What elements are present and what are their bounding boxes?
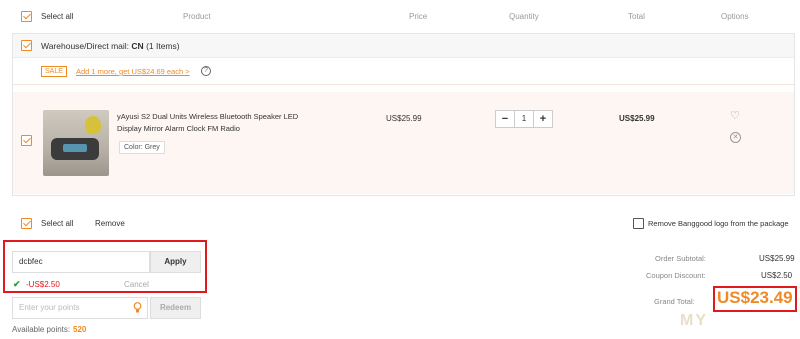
select-all-checkbox-bottom[interactable] (21, 218, 32, 229)
product-color-option[interactable]: Color: Grey (119, 141, 165, 154)
remove-logo-checkbox[interactable] (633, 218, 644, 229)
redeem-button[interactable]: Redeem (150, 297, 201, 319)
promo-link[interactable]: Add 1 more, get US$24.69 each > (76, 67, 190, 76)
column-header-product: Product (183, 12, 211, 21)
items-count: (1 Items) (146, 41, 180, 51)
lightbulb-icon (133, 302, 142, 313)
order-subtotal-value: US$25.99 (759, 254, 795, 263)
cart-item-row: yAyusi S2 Dual Units Wireless Bluetooth … (13, 92, 794, 194)
warehouse-label-text: Warehouse/Direct mail: (41, 41, 130, 51)
remove-selected-button[interactable]: Remove (95, 219, 125, 228)
coupon-code-input[interactable]: dcbfec (12, 251, 150, 273)
cart-group: Warehouse/Direct mail: CN (1 Items) SALE… (12, 33, 795, 196)
apply-coupon-button[interactable]: Apply (150, 251, 201, 273)
product-title[interactable]: yAyusi S2 Dual Units Wireless Bluetooth … (117, 111, 307, 135)
column-header-quantity: Quantity (509, 12, 539, 21)
column-header-price: Price (409, 12, 428, 21)
available-points-value: 520 (73, 325, 87, 334)
grand-total-value: US$23.49 (717, 288, 793, 307)
quantity-plus-button[interactable]: + (534, 111, 552, 127)
item-price: US$25.99 (386, 114, 422, 123)
thumbnail-plant-shape (85, 116, 101, 134)
coupon-discount-label: Coupon Discount: (646, 271, 706, 280)
product-thumbnail[interactable] (43, 110, 109, 176)
group-header: Warehouse/Direct mail: CN (1 Items) (13, 34, 794, 58)
item-checkbox[interactable] (21, 135, 32, 146)
watermark: MY (680, 312, 708, 329)
available-points-label: Available points: (12, 325, 71, 334)
cancel-coupon-link[interactable]: Cancel (124, 280, 149, 289)
heart-icon[interactable]: ♡ (729, 110, 741, 122)
select-all-checkbox-top[interactable] (21, 11, 32, 22)
order-subtotal-label: Order Subtotal: (655, 254, 706, 263)
points-input[interactable]: Enter your points (12, 297, 148, 319)
help-icon[interactable]: ? (201, 66, 211, 76)
item-total: US$25.99 (619, 114, 655, 123)
quantity-minus-button[interactable]: − (496, 111, 514, 127)
warehouse-code: CN (131, 41, 144, 51)
quantity-stepper: − 1 + (495, 110, 553, 128)
check-icon: ✔ (13, 279, 21, 289)
thumbnail-device-shape (51, 138, 99, 160)
remove-logo-label: Remove Banggood logo from the package (648, 219, 789, 228)
sale-badge: SALE (41, 66, 67, 77)
select-all-label-top: Select all (41, 12, 74, 21)
promo-row: SALE Add 1 more, get US$24.69 each > ? (13, 58, 794, 85)
grand-total-label: Grand Total: (654, 297, 695, 306)
column-header-options: Options (721, 12, 749, 21)
warehouse-label: Warehouse/Direct mail: CN (1 Items) (41, 41, 180, 51)
select-all-label-bottom: Select all (41, 219, 74, 228)
group-checkbox[interactable] (21, 40, 32, 51)
quantity-input[interactable]: 1 (514, 111, 534, 127)
applied-discount-amount: -US$2.50 (26, 280, 60, 289)
column-header-total: Total (628, 12, 645, 21)
coupon-discount-value: US$2.50 (761, 271, 793, 280)
close-icon[interactable]: ✕ (730, 132, 741, 143)
